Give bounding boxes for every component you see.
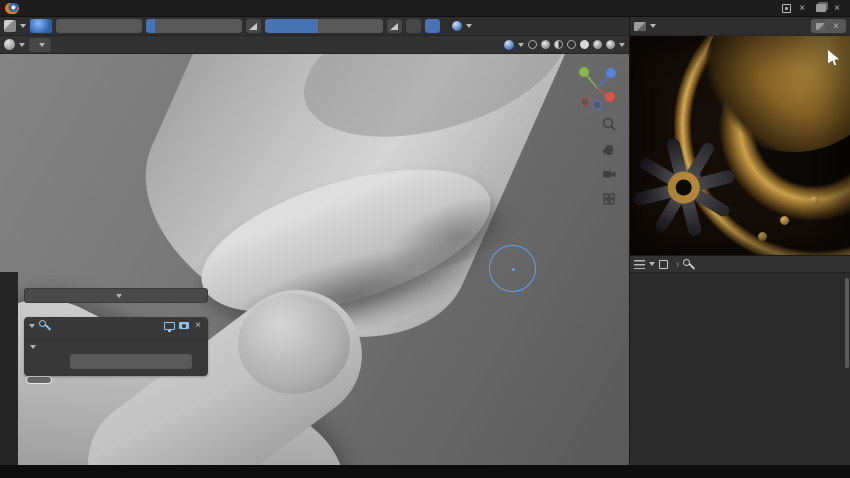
- brush-preview-icon[interactable]: [30, 19, 52, 33]
- tool-dropdown-caret[interactable]: [20, 24, 26, 28]
- image-unlink-icon[interactable]: ×: [831, 19, 841, 34]
- properties-editor-icon[interactable]: [634, 260, 645, 269]
- radius-slider-fill: [146, 19, 155, 33]
- brush-falloff-icon[interactable]: [504, 40, 514, 50]
- blender-logo-icon[interactable]: [5, 3, 19, 14]
- image-datablock-field[interactable]: ×: [811, 19, 846, 33]
- model-joint-ball: [238, 294, 350, 394]
- brush-cursor: [489, 245, 536, 292]
- properties-tab-strip: [0, 272, 18, 465]
- brush-falloff-caret[interactable]: [518, 43, 524, 47]
- expand-caret[interactable]: [29, 324, 35, 328]
- show-viewport-toggle[interactable]: [164, 322, 175, 330]
- breadcrumb-separator: ›: [676, 259, 679, 270]
- image-editor-icon[interactable]: [634, 22, 646, 31]
- strength-pressure-toggle[interactable]: [387, 19, 402, 33]
- image-thumb-icon: [816, 23, 825, 30]
- modifier-panel-header[interactable]: ×: [24, 317, 208, 334]
- strength-slider[interactable]: [265, 19, 383, 33]
- editor-type-caret[interactable]: [19, 43, 25, 47]
- image-editor-caret[interactable]: [650, 24, 656, 28]
- viewport-header: [0, 36, 630, 54]
- active-tool-icon[interactable]: [4, 20, 16, 32]
- mode-selector[interactable]: [29, 38, 51, 52]
- subdivide-button[interactable]: [70, 354, 192, 369]
- tool-settings-bar: [0, 17, 630, 36]
- image-editor-header: ×: [630, 17, 850, 36]
- move-hand-icon[interactable]: [601, 141, 617, 157]
- view-layer-icon: [816, 4, 826, 12]
- zoom-icon[interactable]: [601, 116, 617, 132]
- brush-add-toggle[interactable]: [406, 19, 421, 33]
- show-overlays-icon[interactable]: [541, 40, 550, 49]
- falloff-shape-icon[interactable]: [452, 21, 462, 31]
- topbar: × ×: [0, 0, 850, 17]
- radius-slider[interactable]: [146, 19, 242, 33]
- wrench-icon: [39, 320, 50, 331]
- strength-slider-fill: [265, 19, 318, 33]
- radius-pressure-toggle[interactable]: [246, 19, 261, 33]
- shading-wireframe-icon[interactable]: [567, 40, 576, 49]
- image-vignette: [630, 36, 850, 255]
- view-layer-unlink-icon[interactable]: ×: [832, 1, 842, 16]
- viewport-header-right: [504, 40, 625, 50]
- properties-scrollbar[interactable]: [845, 278, 849, 368]
- show-render-toggle[interactable]: [179, 322, 189, 329]
- mode-caret: [39, 43, 45, 47]
- blender-window: × ×: [0, 0, 850, 478]
- topbar-right: × ×: [779, 1, 845, 16]
- properties-editor: ›: [630, 255, 850, 465]
- subdivision-subpanel-header[interactable]: [30, 345, 202, 349]
- shading-material-icon[interactable]: [593, 40, 602, 49]
- shading-rendered-icon[interactable]: [606, 40, 615, 49]
- shading-solid-icon[interactable]: [580, 40, 589, 49]
- remove-modifier-icon[interactable]: ×: [193, 318, 203, 333]
- properties-content: ×: [18, 272, 216, 465]
- scene-unlink-icon[interactable]: ×: [797, 1, 807, 16]
- toggle-xray-icon[interactable]: [554, 40, 563, 49]
- properties-editor-caret[interactable]: [649, 262, 655, 266]
- camera-view-icon[interactable]: [601, 166, 617, 182]
- bottom-info-bar: [0, 465, 850, 478]
- brush-name-field[interactable]: [56, 19, 142, 33]
- scene-icon: [782, 4, 791, 13]
- subpanel-caret: [30, 345, 36, 349]
- show-gizmos-icon[interactable]: [528, 40, 537, 49]
- object-icon: [659, 260, 668, 269]
- add-modifier-button[interactable]: [24, 288, 208, 303]
- shading-dropdown-caret[interactable]: [619, 43, 625, 47]
- scene-selector[interactable]: ×: [779, 1, 810, 16]
- multires-modifier-panel: ×: [24, 317, 208, 376]
- modifier-icon: [683, 259, 694, 270]
- falloff-dropdown-caret[interactable]: [466, 24, 472, 28]
- add-modifier-caret: [116, 294, 122, 298]
- view-layer-selector[interactable]: ×: [813, 1, 845, 16]
- navigation-gizmo[interactable]: [573, 62, 621, 110]
- subdivision-subpanel: [24, 340, 208, 371]
- perspective-toggle-icon[interactable]: [601, 191, 617, 207]
- reference-image-view[interactable]: [630, 36, 850, 255]
- properties-header: ›: [630, 256, 850, 273]
- brush-subtract-toggle[interactable]: [425, 19, 440, 33]
- editor-type-icon[interactable]: [4, 39, 15, 50]
- viewport-nav-buttons: [601, 116, 617, 207]
